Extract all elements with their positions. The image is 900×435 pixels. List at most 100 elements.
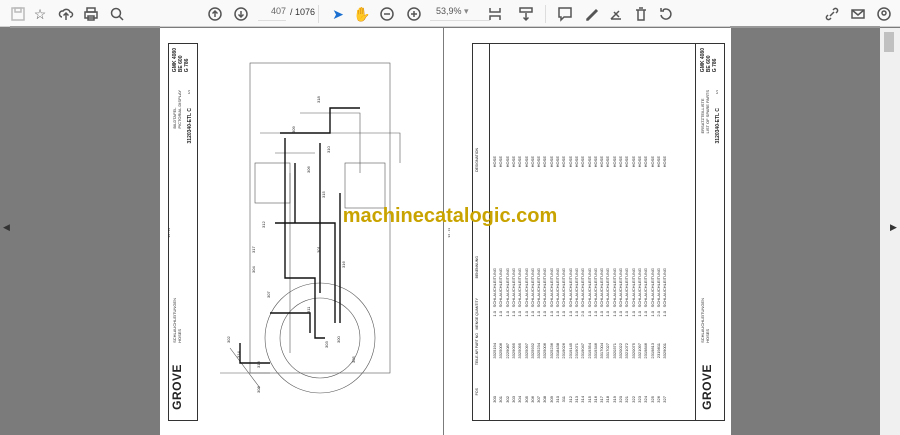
cell-quantity: 1.0: [510, 311, 516, 317]
zoom-out-icon[interactable]: [377, 4, 397, 24]
cell-designation-en: HOSE: [548, 156, 554, 168]
cell-quantity: 1.0: [586, 311, 592, 317]
cell-quantity: 1.0: [523, 311, 529, 317]
zoom-in-icon[interactable]: [404, 4, 424, 24]
table-row: 322 3320075 1.0 SCHLAUCHLEITUNG HOSE: [631, 28, 637, 435]
chevron-down-icon: ▾: [464, 6, 469, 16]
hose-diagram: 300 301 302 303 304 305 306 307 308 309 310 311 312 3…: [220, 62, 401, 394]
hand-tool-icon[interactable]: ✋: [352, 4, 372, 24]
table-row: 309 3325236 1.0 SCHLAUCHLEITUNG HOSE: [549, 28, 555, 435]
cell-designation-en: HOSE: [624, 156, 630, 168]
callout-label: 305: [351, 356, 356, 363]
table-row: 308 3325006 1.0 SCHLAUCHLEITUNG HOSE: [542, 28, 548, 435]
cell-pos: 304: [517, 396, 523, 403]
cell-part-no: 3325236: [548, 343, 554, 359]
cell-part-no: 3320075: [630, 343, 636, 359]
callout-label: 314: [236, 351, 241, 358]
cell-pos: 316: [592, 396, 598, 403]
cell-quantity: 1.0: [630, 311, 636, 317]
cell-pos: 320: [618, 396, 623, 403]
document-number: 3120340-ETL C: [187, 108, 193, 144]
cell-quantity: 1.0: [561, 311, 567, 317]
pdf-toolbar: ☆ 407 / 1076 ➤ ✋ 53,9% ▾: [0, 0, 900, 28]
save-icon[interactable]: [8, 4, 28, 24]
account-icon[interactable]: [874, 4, 894, 24]
cell-designation-en: HOSE: [510, 156, 516, 168]
cell-designation-en: HOSE: [599, 156, 605, 168]
fit-page-icon[interactable]: [485, 4, 505, 24]
cell-part-no: 2319145: [567, 343, 573, 359]
find-icon[interactable]: [107, 4, 127, 24]
cell-designation-de: SCHLAUCHLEITUNG: [510, 268, 516, 308]
cell-designation-de: SCHLAUCHLEITUNG: [630, 268, 636, 308]
cell-quantity: 1.0: [492, 311, 497, 317]
cell-part-no: 3317027: [605, 343, 611, 359]
table-row: 323 3321097 1.0 SCHLAUCHLEITUNG HOSE: [637, 28, 643, 435]
callout-label: 310: [326, 146, 331, 153]
cell-designation-de: SCHLAUCHLEITUNG: [662, 268, 668, 308]
zoom-value: 53,9%: [436, 6, 462, 16]
cell-designation-en: HOSE: [636, 156, 642, 168]
scrollbar-thumb[interactable]: [884, 32, 894, 52]
comment-icon[interactable]: [555, 4, 575, 24]
table-row: 302 2229087 1.0 SCHLAUCHLEITUNG HOSE: [505, 28, 511, 435]
cell-designation-de: SCHLAUCHLEITUNG: [567, 268, 573, 308]
callout-label: 316: [341, 261, 346, 268]
cell-designation-de: SCHLAUCHLEITUNG: [580, 268, 586, 308]
email-icon[interactable]: [848, 4, 868, 24]
cell-pos: 307: [536, 396, 542, 403]
table-row: 311 2319026 1.0 SCHLAUCHLEITUNG HOSE: [561, 28, 567, 435]
zoom-level-select[interactable]: 53,9% ▾: [430, 6, 490, 21]
previous-page-icon[interactable]: [205, 4, 225, 24]
cell-part-no: 2319846: [643, 343, 649, 359]
delete-trash-icon[interactable]: [631, 4, 651, 24]
document-number: 3120340-ETL C: [715, 108, 721, 144]
cell-quantity: 1.0: [555, 311, 560, 317]
cell-designation-en: HOSE: [561, 156, 567, 168]
table-row: 324 2319846 1.0 SCHLAUCHLEITUNG HOSE: [643, 28, 649, 435]
cell-part-no: 3325194: [492, 343, 497, 359]
cell-part-no: 2318438: [555, 343, 560, 359]
cell-designation-en: HOSE: [523, 156, 529, 168]
cell-quantity: 1.0: [498, 311, 504, 317]
cell-designation-de: SCHLAUCHLEITUNG: [636, 268, 642, 308]
next-page-icon[interactable]: [231, 4, 251, 24]
upload-cloud-icon[interactable]: [56, 4, 76, 24]
cell-pos: 324: [643, 396, 649, 403]
model-block: GMK 4080 BE 600 G 786: [172, 48, 190, 73]
cell-pos: 323: [636, 396, 642, 403]
cell-pos: 321: [624, 396, 630, 403]
callout-label: 313: [256, 361, 261, 368]
table-row: 305 3325097 1.0 SCHLAUCHLEITUNG HOSE: [524, 28, 530, 435]
rotate-icon[interactable]: [656, 4, 676, 24]
cell-designation-de: SCHLAUCHLEITUNG: [492, 268, 497, 308]
bookmark-star-icon[interactable]: ☆: [30, 4, 50, 24]
cell-part-no: 3329095: [510, 343, 516, 359]
highlight-pen-icon[interactable]: [582, 4, 602, 24]
cell-designation-en: HOSE: [517, 156, 523, 168]
next-page-arrow-icon[interactable]: ▶: [890, 222, 897, 233]
page-number-input[interactable]: 407: [258, 6, 286, 21]
select-cursor-icon[interactable]: ➤: [328, 4, 348, 24]
cell-part-no: 3319346: [592, 343, 598, 359]
draw-erase-icon[interactable]: [606, 4, 626, 24]
watermark: machinecatalogic.com: [342, 205, 558, 227]
cell-designation-de: SCHLAUCHLEITUNG: [561, 268, 567, 308]
cell-designation-de: SCHLAUCHLEITUNG: [573, 268, 579, 308]
load-progress-left: [10, 26, 160, 28]
link-share-icon[interactable]: [822, 4, 842, 24]
page-ref: 94 - 13: [167, 228, 171, 238]
table-row: 325 2319813 1.0 SCHLAUCHLEITUNG HOSE: [650, 28, 656, 435]
cell-designation-de: SCHLAUCHLEITUNG: [498, 268, 504, 308]
pdf-page-right: POS TEILE-NR PART NO MENGE QUANTITY BENE…: [444, 28, 731, 435]
previous-page-arrow-icon[interactable]: ◀: [3, 222, 10, 233]
print-icon[interactable]: [81, 4, 101, 24]
cell-pos: 300: [492, 396, 497, 403]
cell-quantity: 1.0: [504, 311, 510, 317]
cell-pos: 301: [498, 396, 504, 403]
scroll-mode-icon[interactable]: [516, 4, 536, 24]
table-row: 317 3317004 1.0 SCHLAUCHLEITUNG HOSE: [599, 28, 605, 435]
cell-quantity: 1.0: [542, 311, 548, 317]
cell-pos: 309: [548, 396, 554, 403]
cell-designation-en: HOSE: [605, 156, 611, 168]
